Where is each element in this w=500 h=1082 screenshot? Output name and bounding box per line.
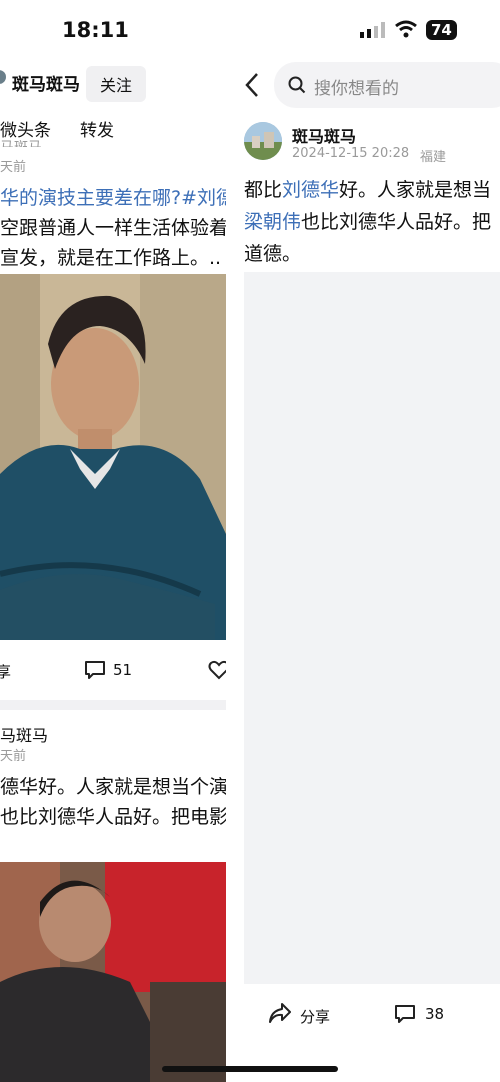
- author-name[interactable]: 斑马斑马: [12, 70, 80, 95]
- post1-share-label[interactable]: 享: [0, 661, 11, 682]
- post1-hashtag-line[interactable]: 华的演技主要差在哪?#刘德: [0, 183, 226, 210]
- body-line-3: 道德。: [244, 243, 302, 265]
- left-feed-panel: 18:11 斑马斑马 关注 微头条 转发 马斑马 天前 华的演技主要差在哪?#刘…: [0, 0, 226, 1082]
- avatar-image: [244, 122, 282, 160]
- post-datetime: 2024-12-15 20:28: [292, 146, 410, 161]
- post2-line2: 也比刘德华人品好。把电影: [0, 806, 226, 828]
- post1-comment-count: 51: [113, 661, 133, 679]
- comment-icon[interactable]: [394, 1004, 416, 1024]
- author-name[interactable]: 斑马斑马: [292, 123, 356, 147]
- photo-illustration-2: [0, 862, 226, 1082]
- comment-icon[interactable]: [84, 660, 106, 680]
- author-avatar[interactable]: [244, 122, 282, 160]
- content-area: [244, 272, 500, 984]
- home-indicator[interactable]: [162, 1066, 338, 1072]
- post1-time: 天前: [0, 160, 27, 175]
- photo-illustration: [0, 274, 226, 640]
- post1-partial-author: 马斑马: [0, 137, 42, 147]
- search-box[interactable]: 搜你想看的: [274, 62, 500, 108]
- status-time: 18:11: [62, 18, 129, 42]
- comment-count: 38: [425, 1005, 445, 1023]
- search-icon: [288, 76, 306, 94]
- link-liang-chaowei[interactable]: 梁朝伟: [244, 211, 301, 233]
- post2-line1: 德华好。人家就是想当个演: [0, 776, 226, 798]
- back-chevron-icon[interactable]: [244, 72, 260, 98]
- detail-panel: 74 搜你想看的 斑马斑马 2024-12-15 20:28 福建 都比刘德华好…: [226, 0, 500, 1082]
- follow-button[interactable]: 关注: [86, 66, 147, 102]
- body-text: 都比: [244, 179, 283, 201]
- tab-repost[interactable]: 转发: [80, 116, 114, 141]
- link-liu-dehua[interactable]: 刘德华: [282, 179, 339, 201]
- cellular-signal-icon: [360, 22, 386, 38]
- post-location: 福建: [420, 150, 447, 165]
- body-line-1: 都比刘德华好。人家就是想当: [244, 175, 491, 202]
- post2-author[interactable]: 马斑马: [0, 722, 48, 746]
- post1-photo[interactable]: [0, 274, 226, 640]
- avatar[interactable]: [0, 70, 6, 84]
- like-heart-icon[interactable]: [208, 660, 226, 680]
- post2-time: 天前: [0, 749, 27, 764]
- feed-divider: [0, 700, 226, 710]
- share-label[interactable]: 分享: [300, 1006, 330, 1027]
- post2-photo[interactable]: [0, 862, 226, 1082]
- battery-level: 74: [426, 20, 457, 40]
- body-text: 好。人家就是想当: [339, 179, 492, 201]
- body-line-2: 梁朝伟也比刘德华人品好。把: [244, 207, 491, 234]
- search-placeholder: 搜你想看的: [314, 79, 399, 99]
- wifi-icon: [394, 20, 418, 38]
- share-icon[interactable]: [268, 1002, 292, 1024]
- post1-line3: 宣发，就是在工作路上。..: [0, 247, 222, 269]
- post1-line2: 空跟普通人一样生活体验着: [0, 217, 226, 239]
- body-text: 也比刘德华人品好。把: [301, 211, 492, 233]
